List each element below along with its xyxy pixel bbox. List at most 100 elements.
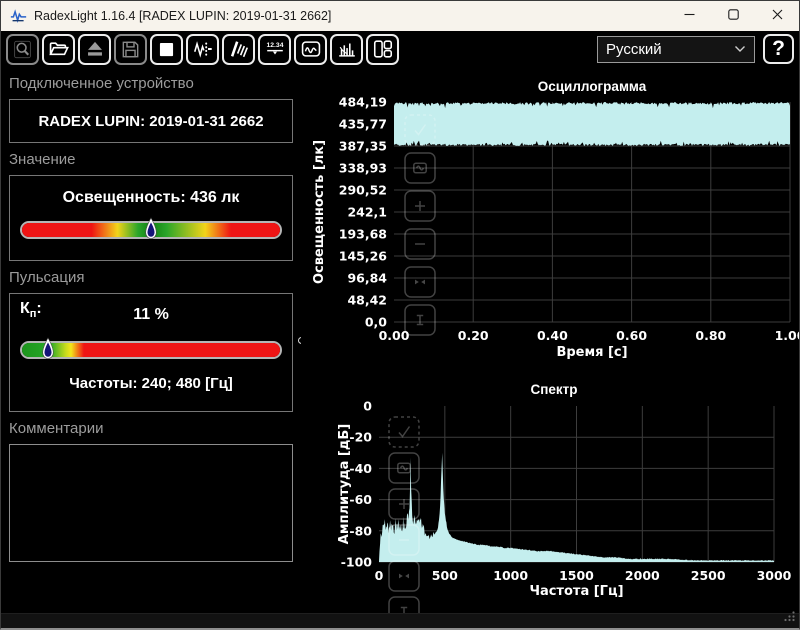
spectrum-chart: 0-20-40-60-80-10005001000150020002500300… bbox=[301, 377, 800, 613]
titlebar: RadexLight 1.16.4 [RADEX LUPIN: 2019-01-… bbox=[1, 1, 799, 31]
svg-text:12.34: 12.34 bbox=[266, 42, 283, 49]
chart-title: Спектр bbox=[530, 382, 577, 397]
oscillogram-plot: 484,19 435,77 387,35 338,93 290,52 242,1 193,6… bbox=[301, 67, 800, 377]
spectrum-plot: 0-20-40-60-80-10005001000150020002500300… bbox=[301, 377, 800, 613]
x-tick-label: 2500 bbox=[691, 568, 726, 583]
y-tick-label: 242,1 bbox=[347, 205, 387, 220]
y-tick-label: 290,52 bbox=[339, 183, 387, 198]
app-window: RadexLight 1.16.4 [RADEX LUPIN: 2019-01-… bbox=[0, 0, 800, 630]
y-tick-label: 484,19 bbox=[339, 95, 387, 110]
chart-tool-fit-width-button[interactable] bbox=[389, 561, 419, 591]
language-select-value: Русский bbox=[606, 41, 662, 58]
x-tick-label: 0.60 bbox=[616, 328, 647, 343]
y-tick-label: 338,93 bbox=[339, 161, 387, 176]
status-bar bbox=[1, 613, 799, 629]
bars-icon bbox=[336, 38, 358, 60]
toolbar-zoom-button[interactable] bbox=[6, 34, 39, 65]
chart-tool-fit-height-button[interactable] bbox=[389, 597, 419, 613]
resize-grip[interactable] bbox=[783, 609, 796, 627]
open-folder-icon bbox=[48, 38, 70, 60]
window-title: RadexLight 1.16.4 [RADEX LUPIN: 2019-01-… bbox=[34, 9, 331, 23]
x-tick-label: 1000 bbox=[493, 568, 528, 583]
pulsation-section-heading: Пульсация bbox=[9, 269, 293, 287]
numeric-icon: 12.34 bbox=[264, 38, 286, 60]
device-name-box: RADEX LUPIN: 2019-01-31 2662 bbox=[9, 99, 293, 143]
x-axis-label: Время [с] bbox=[556, 345, 627, 360]
y-tick-label: -80 bbox=[349, 523, 372, 538]
chart-title: Осциллограмма bbox=[538, 79, 647, 94]
toolbar-stop-button[interactable] bbox=[150, 34, 183, 65]
close-button[interactable] bbox=[755, 1, 799, 31]
eject-icon bbox=[84, 38, 106, 60]
comments-input[interactable] bbox=[9, 444, 293, 562]
toolbar-open-button[interactable] bbox=[42, 34, 75, 65]
chart-tool-zoom-in-button[interactable] bbox=[389, 489, 419, 519]
pulse-icon bbox=[192, 38, 214, 60]
pulsation-marker-icon bbox=[41, 337, 54, 362]
x-tick-label: 0 bbox=[375, 568, 384, 583]
kp-label: Кп: bbox=[20, 300, 42, 320]
x-tick-label: 1.00 bbox=[775, 328, 800, 343]
x-tick-label: 0.20 bbox=[458, 328, 489, 343]
left-panel: Подключенное устройство RADEX LUPIN: 201… bbox=[1, 67, 301, 613]
device-section-heading: Подключенное устройство bbox=[9, 75, 293, 93]
x-tick-label: 2000 bbox=[625, 568, 660, 583]
y-tick-label: 193,68 bbox=[339, 227, 387, 242]
chart-tool-zoom-in-button[interactable] bbox=[405, 191, 435, 221]
x-tick-label: 500 bbox=[432, 568, 458, 583]
y-tick-label: 96,84 bbox=[347, 271, 387, 286]
y-tick-label: 48,42 bbox=[347, 293, 387, 308]
pulsation-box: Кп: 11 % Частоты: 240; 480 [Гц] bbox=[9, 293, 293, 412]
stop-icon bbox=[156, 39, 177, 60]
toolbar-numeric-display-button[interactable]: 12.34 bbox=[258, 34, 291, 65]
app-icon bbox=[10, 9, 27, 23]
y-tick-label: -40 bbox=[349, 461, 372, 476]
layout-icon bbox=[372, 38, 394, 60]
toolbar-save-button[interactable] bbox=[114, 34, 147, 65]
y-tick-label: 145,26 bbox=[339, 249, 388, 264]
wave-icon bbox=[300, 38, 322, 60]
toolbar: 12.34 Русский ? bbox=[1, 31, 799, 67]
toolbar-eject-button[interactable] bbox=[78, 34, 111, 65]
illuminance-reading: Освещенность: 436 лк bbox=[10, 189, 292, 207]
toolbar-hatch-button[interactable] bbox=[222, 34, 255, 65]
toolbar-layout-button[interactable] bbox=[366, 34, 399, 65]
y-tick-label: 387,35 bbox=[339, 139, 387, 154]
device-name: RADEX LUPIN: 2019-01-31 2662 bbox=[38, 113, 263, 130]
x-axis-label: Частота [Гц] bbox=[529, 584, 623, 599]
y-tick-label: -20 bbox=[349, 430, 372, 445]
minimize-button[interactable] bbox=[667, 1, 711, 31]
oscillogram-chart: 484,19 435,77 387,35 338,93 290,52 242,1 193,6… bbox=[301, 67, 800, 377]
minimize-icon bbox=[684, 7, 695, 25]
help-button[interactable]: ? bbox=[763, 34, 794, 64]
toolbar-pulse-measure-button[interactable] bbox=[186, 34, 219, 65]
chart-tool-fit-width-button[interactable] bbox=[405, 267, 435, 297]
illuminance-waveform bbox=[394, 102, 790, 146]
chart-tool-fit-height-button[interactable] bbox=[405, 305, 435, 335]
chart-tool-select-button[interactable] bbox=[389, 417, 419, 447]
y-tick-label: 435,77 bbox=[339, 117, 387, 132]
close-icon bbox=[772, 7, 783, 25]
illuminance-marker-icon bbox=[145, 217, 158, 242]
chevron-down-icon bbox=[734, 45, 746, 53]
y-tick-label: -100 bbox=[341, 555, 373, 570]
maximize-button[interactable] bbox=[711, 1, 755, 31]
toolbar-oscillogram-button[interactable] bbox=[294, 34, 327, 65]
floppy-icon bbox=[120, 39, 141, 60]
y-axis-label: Освещенность [лк] bbox=[312, 140, 327, 284]
x-tick-label: 0.40 bbox=[537, 328, 568, 343]
comments-section-heading: Комментарии bbox=[9, 420, 293, 438]
magnifier-icon bbox=[12, 39, 33, 60]
pulsation-frequencies: Частоты: 240; 480 [Гц] bbox=[10, 375, 292, 392]
maximize-icon bbox=[728, 7, 739, 25]
toolbar-spectrum-button[interactable] bbox=[330, 34, 363, 65]
x-tick-label: 3000 bbox=[757, 568, 792, 583]
help-label: ? bbox=[772, 37, 785, 61]
y-axis-label: Амплитуда [дБ] bbox=[337, 424, 352, 544]
x-tick-label: 0.80 bbox=[695, 328, 726, 343]
language-select[interactable]: Русский bbox=[597, 36, 755, 63]
hatch-icon bbox=[228, 38, 250, 60]
kp-value: 11 % bbox=[10, 306, 292, 324]
pulsation-scale-bar bbox=[20, 341, 282, 359]
y-tick-label: -60 bbox=[349, 492, 372, 507]
